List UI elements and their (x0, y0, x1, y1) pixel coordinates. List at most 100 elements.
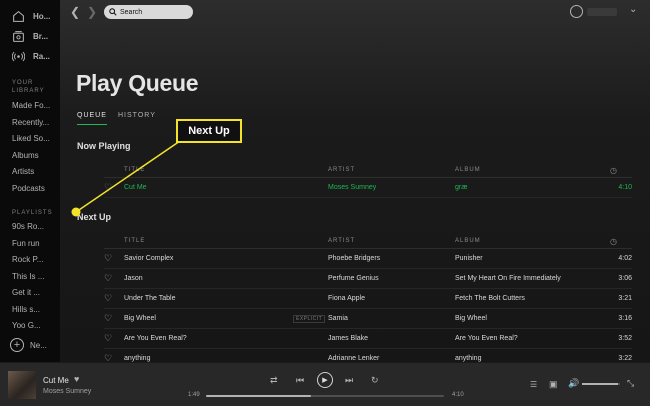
sidebar: Ho... Br... Ra... YOUR LIBRARY Made Fo..… (0, 0, 60, 362)
track-title: Under The Table (124, 295, 176, 302)
playlist-item[interactable]: Hills s... (0, 302, 50, 319)
table-row[interactable]: ♡ anything Adrianne Lenker anything 3:22 (104, 349, 632, 362)
sidebar-item-home[interactable]: Ho... (0, 6, 60, 26)
now-playing-heading: Now Playing (77, 141, 131, 151)
playlist-item[interactable]: 90s Ro... (0, 219, 50, 236)
heart-icon[interactable]: ♡ (104, 353, 112, 362)
browse-icon (13, 30, 24, 42)
table-row[interactable]: ♡ Savior Complex Phoebe Bridgers Punishe… (104, 249, 632, 269)
track-duration: 3:22 (618, 355, 632, 362)
library-item-liked-songs[interactable]: Liked So... (0, 131, 50, 148)
sidebar-item-label: Ho... (33, 11, 51, 21)
next-track-icon[interactable]: ⏭ (345, 375, 353, 386)
next-up-column-header: TITLE ARTIST ALBUM ◷ (104, 235, 632, 249)
callout-label: Next Up (176, 119, 242, 143)
track-artist[interactable]: Adrianne Lenker (328, 355, 379, 362)
library-item-recently-played[interactable]: Recently... (0, 115, 50, 132)
clock-icon: ◷ (610, 237, 618, 246)
volume-slider[interactable] (582, 383, 620, 385)
table-row[interactable]: ♡ Big Wheel EXPLICIT Samia Big Wheel 3:1… (104, 309, 632, 329)
tab-queue[interactable]: QUEUE (77, 112, 107, 125)
column-album: ALBUM (455, 238, 481, 244)
total-time: 4:10 (452, 392, 464, 398)
heart-icon[interactable]: ♡ (104, 313, 112, 324)
play-button[interactable]: ▶ (317, 372, 333, 388)
track-artist[interactable]: Moses Sumney (328, 184, 376, 191)
heart-icon[interactable]: ♡ (104, 333, 112, 344)
now-playing-artist[interactable]: Moses Sumney (43, 388, 91, 395)
heart-icon[interactable]: ♡ (104, 253, 112, 264)
sidebar-item-radio[interactable]: Ra... (0, 46, 60, 66)
sidebar-item-label: Ra... (33, 51, 50, 61)
user-avatar-icon[interactable] (570, 5, 583, 18)
elapsed-time: 1:49 (188, 392, 200, 398)
queue-icon[interactable]: ☰ (530, 380, 537, 389)
search-input[interactable]: Search (104, 5, 193, 19)
forward-arrow-icon[interactable]: ❯ (87, 5, 97, 19)
previous-track-icon[interactable]: ⏮ (296, 375, 304, 386)
track-artist[interactable]: Samia (328, 315, 348, 322)
new-playlist-button[interactable]: + Ne... (10, 338, 47, 352)
library-item-artists[interactable]: Artists (0, 164, 50, 181)
column-title: TITLE (124, 238, 146, 244)
heart-icon[interactable]: ♡ (104, 293, 112, 304)
home-icon (13, 10, 24, 22)
table-row[interactable]: ♡ Under The Table Fiona Apple Fetch The … (104, 289, 632, 309)
library-item-made-for[interactable]: Made Fo... (0, 98, 50, 115)
playlists-section-label: PLAYLISTS (12, 210, 53, 216)
tab-history[interactable]: HISTORY (118, 112, 156, 119)
now-playing-title[interactable]: Cut Me (43, 376, 69, 385)
library-section-label: YOUR LIBRARY (12, 80, 45, 94)
track-artist[interactable]: Perfume Genius (328, 275, 379, 282)
library-item-podcasts[interactable]: Podcasts (0, 181, 50, 198)
sidebar-item-browse[interactable]: Br... (0, 26, 60, 46)
track-album[interactable]: Fetch The Bolt Cutters (455, 295, 525, 302)
track-album[interactable]: Big Wheel (455, 315, 487, 322)
track-duration: 3:16 (618, 315, 632, 322)
track-album[interactable]: Are You Even Real? (455, 335, 518, 342)
track-title: anything (124, 355, 151, 362)
track-duration: 3:06 (618, 275, 632, 282)
chevron-down-icon[interactable]: ⌄ (629, 4, 637, 15)
track-duration: 3:21 (618, 295, 632, 302)
page-title: Play Queue (76, 70, 199, 96)
track-artist[interactable]: Phoebe Bridgers (328, 255, 380, 262)
heart-icon[interactable]: ♡ (104, 273, 112, 284)
track-album[interactable]: Punisher (455, 255, 483, 262)
sidebar-item-label: Br... (33, 31, 49, 41)
playlist-item[interactable]: Yoo G... (0, 318, 50, 335)
playlist-item[interactable]: Fun run (0, 236, 50, 253)
clock-icon: ◷ (610, 166, 618, 175)
table-row[interactable]: ♡ Are You Even Real? James Blake Are You… (104, 329, 632, 349)
top-bar: ❮ ❯ Search ⌄ (60, 0, 650, 24)
shuffle-icon[interactable]: ⇄ (270, 375, 278, 386)
heart-icon[interactable]: ♥ (74, 374, 79, 384)
column-album: ALBUM (455, 167, 481, 173)
column-artist: ARTIST (328, 238, 356, 244)
volume-icon[interactable]: 🔊 (568, 378, 579, 389)
playlist-item[interactable]: Rock P... (0, 252, 50, 269)
playlist-item[interactable]: This Is ... (0, 269, 50, 286)
progress-bar[interactable] (206, 395, 444, 397)
library-item-albums[interactable]: Albums (0, 148, 50, 165)
fullscreen-icon[interactable]: ⤡ (627, 378, 634, 389)
playlist-item[interactable]: Get it ... (0, 285, 50, 302)
track-title: Savior Complex (124, 255, 174, 262)
table-row[interactable]: ♡ Jason Perfume Genius Set My Heart On F… (104, 269, 632, 289)
track-title: Jason (124, 275, 143, 282)
track-album[interactable]: Set My Heart On Fire Immediately (455, 275, 561, 282)
devices-icon[interactable]: ▣ (549, 379, 558, 390)
back-arrow-icon[interactable]: ❮ (70, 5, 80, 19)
track-artist[interactable]: James Blake (328, 335, 368, 342)
user-name[interactable] (587, 8, 617, 16)
player-bar: Cut Me ♥ Moses Sumney ⇄ ⏮ ▶ ⏭ ↻ 1:49 4:1… (0, 362, 650, 406)
now-playing-row[interactable]: ♡ Cut Me Moses Sumney græ 4:10 (104, 178, 632, 198)
track-album[interactable]: græ (455, 184, 467, 191)
track-album[interactable]: anything (455, 355, 481, 362)
radio-icon (12, 51, 25, 61)
heart-icon[interactable]: ♡ (104, 182, 112, 193)
repeat-icon[interactable]: ↻ (371, 375, 379, 386)
track-title: Are You Even Real? (124, 335, 187, 342)
album-cover[interactable] (8, 371, 36, 399)
track-artist[interactable]: Fiona Apple (328, 295, 365, 302)
